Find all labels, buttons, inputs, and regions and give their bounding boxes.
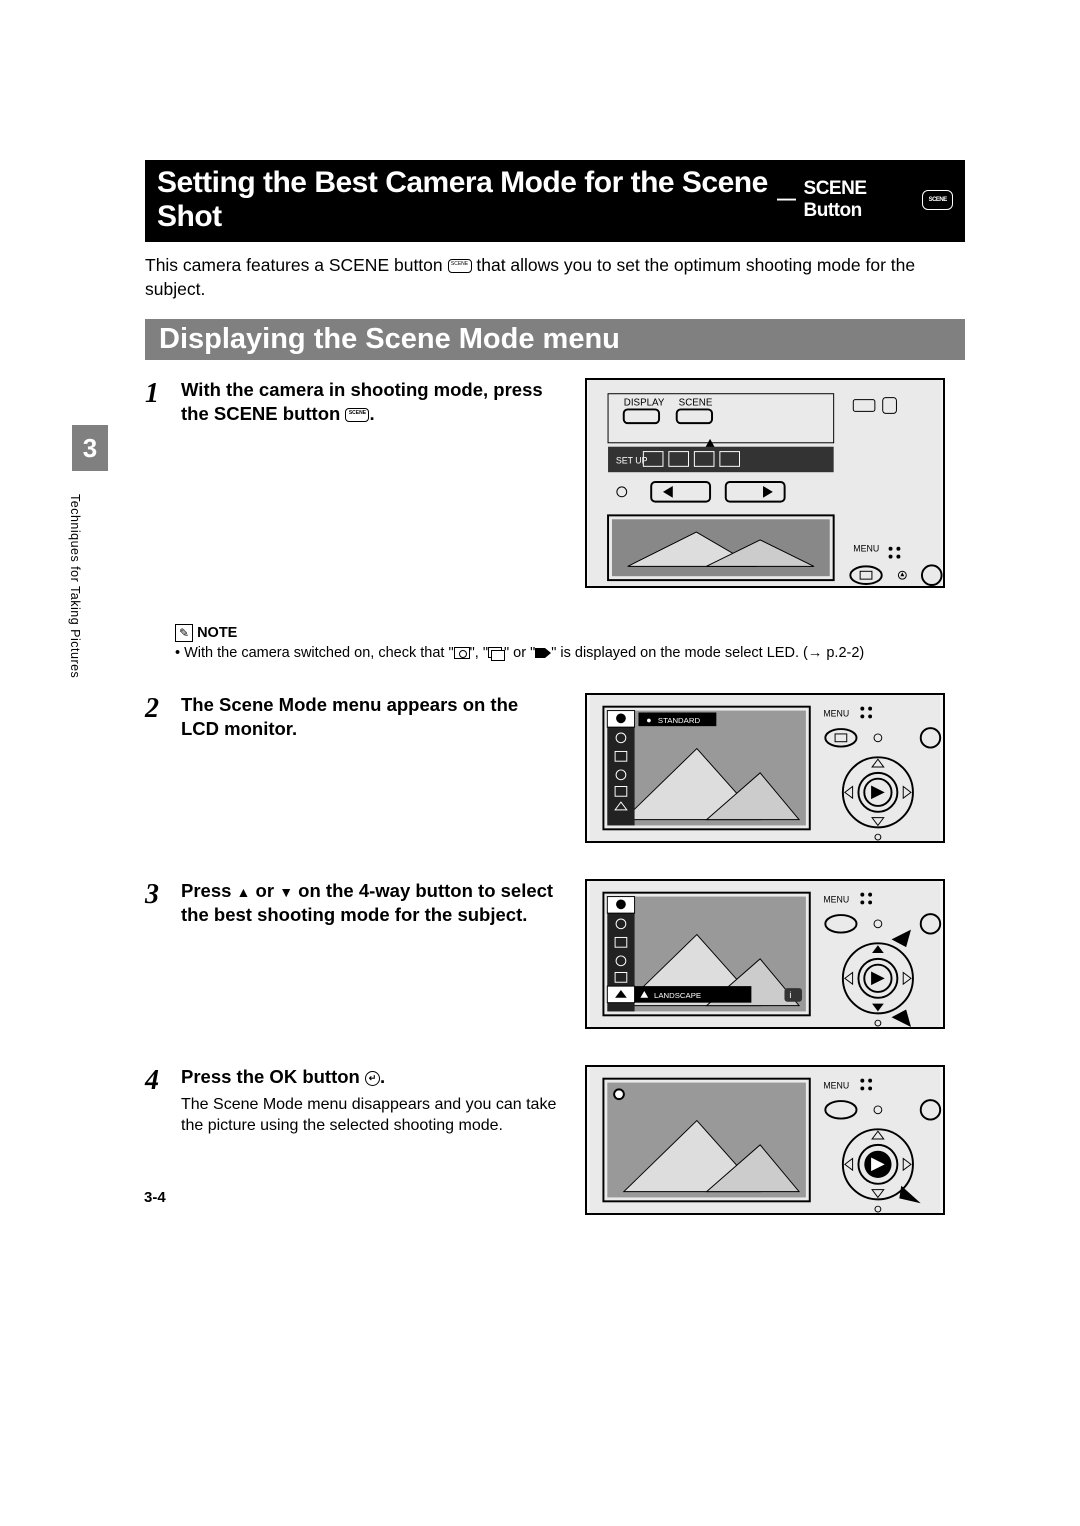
intro-text: This camera features a SCENE button SCEN… (145, 254, 965, 301)
step-4-title: Press the OK button ↵. (181, 1065, 561, 1089)
svg-text:●: ● (646, 716, 651, 726)
landscape-label: LANDSCAPE (654, 991, 701, 1000)
menu-label3: MENU (823, 895, 849, 905)
page-title-main: Setting the Best Camera Mode for the Sce… (157, 166, 769, 234)
step-1-title: With the camera in shooting mode, press … (181, 378, 561, 426)
page-number: 3-4 (144, 1189, 166, 1206)
scene-button-icon: SCENE (922, 190, 953, 210)
page-title-sub: SCENE Button (804, 178, 917, 222)
down-triangle-icon: ▼ (279, 884, 293, 900)
step-number: 3 (145, 879, 171, 927)
step-number: 2 (145, 693, 171, 741)
step-number: 1 (145, 378, 171, 426)
menu-label4: MENU (823, 1081, 849, 1091)
scene-button-icon: SCENE (345, 408, 369, 422)
scene-button-icon: SCENE (448, 259, 472, 273)
display-label: DISPLAY (624, 398, 665, 409)
standard-label: STANDARD (658, 717, 701, 726)
multi-mode-icon (488, 647, 504, 659)
step-2: 2 The Scene Mode menu appears on the LCD… (145, 693, 965, 843)
step-number: 4 (145, 1065, 171, 1137)
step-1: 1 With the camera in shooting mode, pres… (145, 378, 965, 588)
camera-illustration-4: MENU (585, 1065, 945, 1215)
camera-illustration-3: LANDSCAPE i MENU (585, 879, 945, 1029)
svg-text:i: i (789, 990, 791, 1000)
camera-illustration-2: ● STANDARD MENU (585, 693, 945, 843)
note-block: ✎NOTE • With the camera switched on, che… (175, 624, 965, 663)
step-2-title: The Scene Mode menu appears on the LCD m… (181, 693, 561, 741)
camera-illustration-1: DISPLAY SCENE SET UP (585, 378, 945, 588)
note-icon: ✎ (175, 624, 193, 642)
chapter-tab: 3 (72, 425, 108, 471)
step-4: 4 Press the OK button ↵. The Scene Mode … (145, 1065, 965, 1215)
page-title-bar: Setting the Best Camera Mode for the Sce… (145, 160, 965, 242)
step-3-title: Press ▲ or ▼ on the 4-way button to sele… (181, 879, 561, 927)
menu-label: MENU (853, 544, 879, 554)
video-mode-icon (535, 647, 551, 659)
step-3: 3 Press ▲ or ▼ on the 4-way button to se… (145, 879, 965, 1029)
ok-button-icon: ↵ (365, 1071, 380, 1086)
camera-mode-icon (454, 647, 470, 659)
step-4-text: The Scene Mode menu disappears and you c… (181, 1095, 561, 1137)
section-header: Displaying the Scene Mode menu (145, 319, 965, 360)
page-title-sep: — (777, 189, 796, 211)
side-chapter-title: Techniques for Taking Pictures (68, 494, 82, 678)
up-triangle-icon: ▲ (237, 884, 251, 900)
note-label: NOTE (197, 625, 237, 641)
menu-label2: MENU (823, 709, 849, 719)
scene-label: SCENE (679, 398, 713, 409)
